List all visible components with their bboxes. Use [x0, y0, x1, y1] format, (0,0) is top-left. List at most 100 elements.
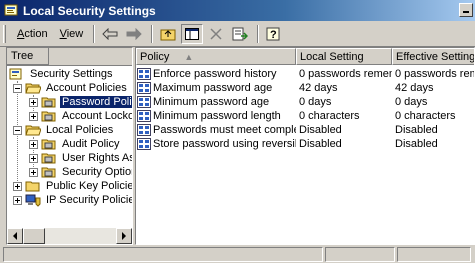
policy-row[interactable]: Enforce password history 0 passwords rem… — [136, 67, 474, 81]
up-one-level-button[interactable] — [157, 24, 179, 44]
local-setting-cell: 0 characters — [299, 110, 360, 122]
tree-node-local-policies[interactable]: Local Policies — [25, 123, 115, 137]
collapse-toggle-account-policies[interactable] — [13, 84, 22, 93]
local-setting-cell: 0 passwords remem... — [299, 68, 392, 80]
local-setting-cell: 42 days — [299, 82, 338, 94]
right-arrow-icon — [122, 232, 126, 240]
ip-security-icon — [25, 193, 41, 207]
scroll-right-button[interactable] — [116, 228, 132, 244]
policy-cell: Enforce password history — [136, 68, 296, 80]
delete-button[interactable] — [205, 24, 227, 44]
effective-setting-cell: 0 characters — [395, 110, 456, 122]
back-button[interactable] — [99, 24, 121, 44]
up-folder-icon — [160, 29, 176, 40]
left-arrow-icon — [13, 232, 17, 240]
column-header-label: Effective Setting — [396, 51, 475, 63]
column-header-policy[interactable]: Policy ▲ — [136, 48, 296, 65]
policy-setting-icon — [137, 124, 151, 136]
policy-name: Store password using reversible e... — [153, 138, 296, 150]
expand-toggle-ip-security[interactable] — [13, 196, 22, 205]
policy-name: Enforce password history — [153, 68, 277, 80]
policy-setting-icon — [137, 138, 151, 150]
tree-node-public-key-policies[interactable]: Public Key Policies — [25, 179, 133, 193]
policy-row[interactable]: Passwords must meet complexity r... Disa… — [136, 123, 474, 137]
tree-node-audit-policy[interactable]: Audit Policy — [41, 137, 121, 151]
column-header-effective-setting[interactable]: Effective Setting — [392, 48, 475, 65]
toolbar-separator — [257, 24, 260, 43]
policy-cell: Maximum password age — [136, 82, 296, 94]
tree-node-account-lockout-policy[interactable]: Account Lockout P — [41, 109, 132, 123]
menu-view[interactable]: View — [54, 26, 90, 42]
delete-icon — [210, 27, 222, 40]
scroll-thumb[interactable] — [23, 228, 45, 244]
column-header-label: Policy — [140, 51, 170, 63]
tree-node-account-policies[interactable]: Account Policies — [25, 81, 129, 95]
policy-list-pane[interactable]: Policy ▲ Local Setting Effective Setting… — [135, 47, 475, 245]
title-bar[interactable]: Local Security Settings — [0, 0, 475, 21]
policy-setting-icon — [137, 82, 151, 94]
status-panel — [397, 247, 471, 262]
export-list-icon — [232, 27, 249, 40]
folder-icon — [41, 151, 57, 165]
tree-horizontal-scrollbar[interactable] — [7, 228, 132, 244]
tree-tab[interactable]: Tree — [7, 48, 49, 65]
tree-node-user-rights-assignment[interactable]: User Rights Assigr — [41, 151, 132, 165]
show-hide-tree-button[interactable] — [181, 23, 204, 44]
expand-toggle-public-key[interactable] — [13, 182, 22, 191]
policy-row[interactable]: Minimum password length 0 characters 0 c… — [136, 109, 474, 123]
tree-node-label: Password Policy — [60, 96, 132, 108]
policy-row[interactable]: Minimum password age 0 days 0 days — [136, 95, 474, 109]
status-panel-main — [3, 247, 323, 262]
collapse-toggle-local-policies[interactable] — [13, 126, 22, 135]
policy-setting-icon — [137, 68, 151, 80]
scroll-left-button[interactable] — [7, 228, 23, 244]
folder-open-icon — [25, 123, 41, 137]
policy-row[interactable]: Maximum password age 42 days 42 days — [136, 81, 474, 95]
export-list-button[interactable] — [229, 24, 251, 44]
tree-node-ip-security-policies[interactable]: IP Security Policies on — [25, 193, 132, 207]
effective-setting-cell: 42 days — [395, 82, 434, 94]
toolbar-separator — [151, 24, 154, 43]
toolbar-grip[interactable] — [3, 24, 6, 43]
menu-action[interactable]: Action — [11, 26, 54, 42]
help-icon: ? — [266, 27, 280, 41]
show-hide-tree-icon — [185, 27, 200, 40]
status-bar — [0, 245, 475, 263]
policy-cell: Store password using reversible e... — [136, 138, 296, 150]
policy-row[interactable]: Store password using reversible e... Dis… — [136, 137, 474, 151]
tree-pane[interactable]: Tree Security Settings Account Policies — [6, 47, 133, 245]
local-setting-cell: Disabled — [299, 138, 342, 150]
expand-toggle-user-rights[interactable] — [29, 154, 38, 163]
tree-node-label: Public Key Policies — [46, 180, 133, 192]
expand-toggle-account-lockout[interactable] — [29, 112, 38, 121]
tree-node-label: Security Settings — [30, 68, 113, 80]
expand-toggle-security-options[interactable] — [29, 168, 38, 177]
local-setting-cell: 0 days — [299, 96, 332, 108]
window-title: Local Security Settings — [23, 3, 156, 18]
policy-setting-icon — [137, 96, 151, 108]
local-setting-cell: Disabled — [299, 124, 342, 136]
help-button[interactable]: ? — [263, 24, 285, 44]
forward-arrow-icon — [126, 27, 142, 40]
tree-body: Security Settings Account Policies Passw… — [7, 67, 132, 224]
list-header: Policy ▲ Local Setting Effective Setting — [136, 48, 475, 65]
expand-toggle-password-policy[interactable] — [29, 98, 38, 107]
tree-node-label: Audit Policy — [62, 138, 120, 150]
folder-icon — [25, 179, 41, 193]
back-arrow-icon — [102, 27, 118, 40]
toolbar-separator — [93, 24, 96, 43]
tree-node-security-settings[interactable]: Security Settings — [9, 67, 115, 81]
column-header-local-setting[interactable]: Local Setting — [296, 48, 392, 65]
tree-node-label: IP Security Policies on — [46, 194, 132, 206]
tree-node-security-options[interactable]: Security Options — [41, 165, 132, 179]
status-panel — [325, 247, 395, 262]
folder-icon — [41, 165, 57, 179]
policy-name: Minimum password age — [153, 96, 270, 108]
expand-toggle-audit-policy[interactable] — [29, 140, 38, 149]
policy-cell: Passwords must meet complexity r... — [136, 124, 296, 136]
minimize-button[interactable] — [459, 3, 473, 17]
forward-button[interactable] — [123, 24, 145, 44]
tree-node-password-policy[interactable]: Password Policy — [41, 95, 132, 109]
policy-setting-icon — [137, 110, 151, 122]
folder-icon — [41, 137, 57, 151]
